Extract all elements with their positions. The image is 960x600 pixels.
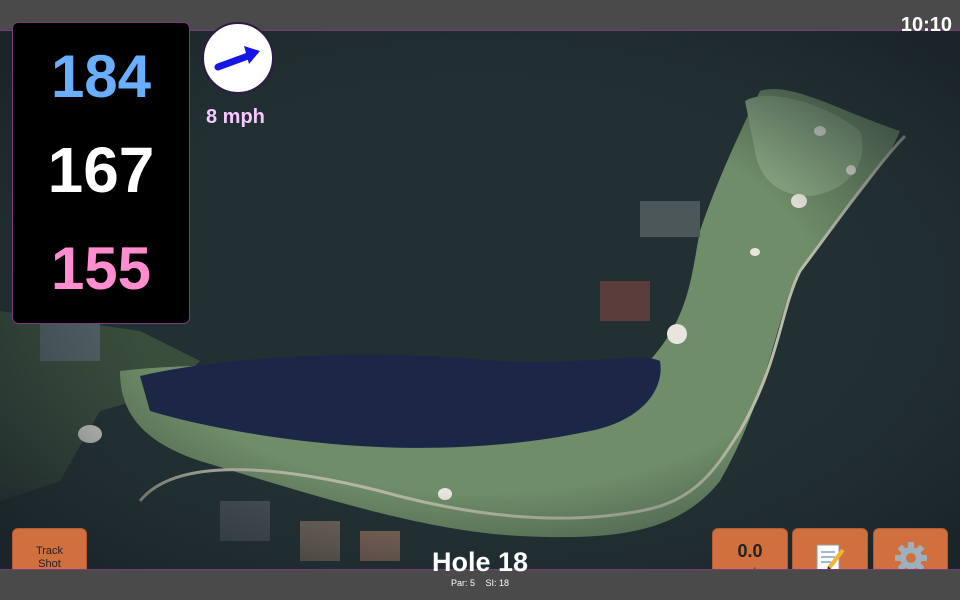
hole-si: SI: 18 [485,578,510,588]
distance-panel: 184 167 155 [12,22,190,324]
distance-middle: 167 [47,134,155,206]
hole-meta: Par: 5 SI: 18 [380,578,580,588]
wind-indicator[interactable] [202,22,274,94]
speed-value: 0.0 [737,540,763,561]
track-shot-label-line1: Track [35,545,64,557]
hole-par: Par: 5 [450,578,475,588]
wind-arrow-icon [214,46,260,71]
distance-front: 155 [50,235,152,302]
wind-speed: 8 mph [206,106,265,128]
hole-title: Hole 18 [431,547,529,577]
distance-back: 184 [50,43,152,110]
